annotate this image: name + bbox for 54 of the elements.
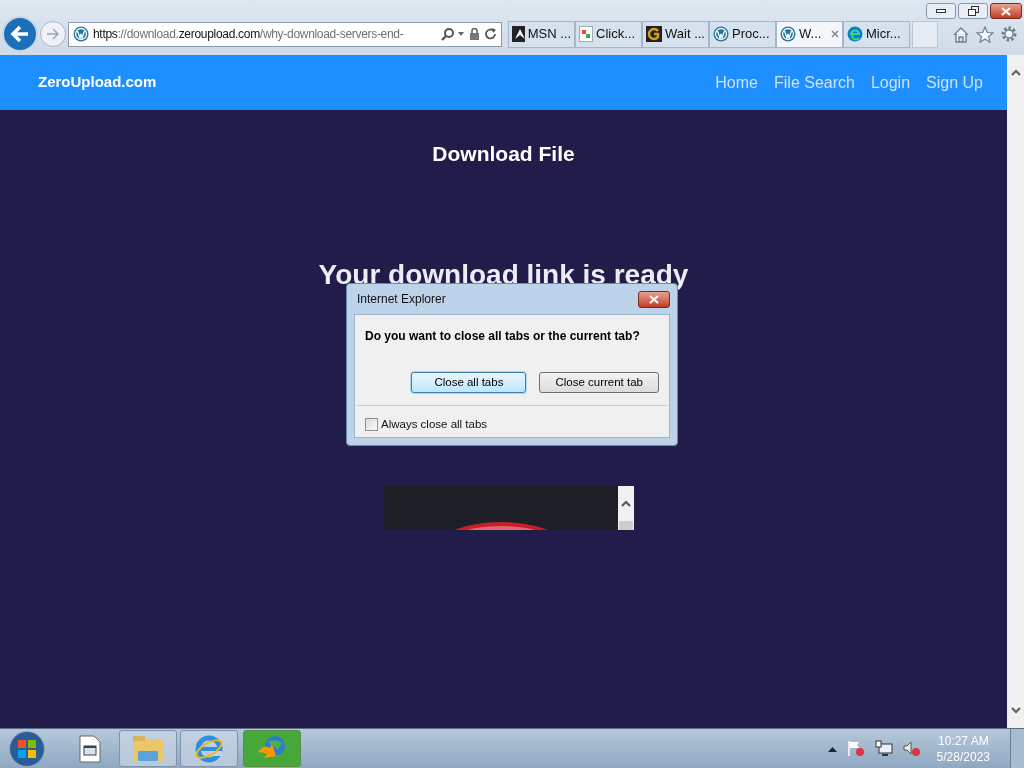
checkbox-label[interactable]: Always close all tabs [381,416,488,434]
browser-e-icon [194,733,224,764]
star-icon[interactable] [976,25,994,43]
home-icon[interactable] [952,25,970,43]
wordpress-icon [780,26,796,42]
browser-tab[interactable]: Wait ... [642,20,709,48]
restore-button[interactable] [958,3,988,19]
wordpress-icon [713,26,729,42]
close-button[interactable] [990,3,1022,19]
edge-swirl-icon [847,26,863,42]
page-heading: Download File [432,141,575,167]
minimize-button[interactable] [926,3,956,19]
browser-tab[interactable]: Micr... [843,20,910,48]
dialog-message: Do you want to close all tabs or the current tab? [365,328,641,345]
scroll-thumb[interactable] [618,520,633,530]
browser-tab[interactable]: W... [776,20,843,48]
checkbox[interactable] [365,418,378,432]
page-scrollbar[interactable] [1007,55,1024,728]
network-icon[interactable] [874,740,893,757]
close-icon [649,294,659,304]
back-button[interactable] [2,16,38,52]
address-bar[interactable]: https://download.zeroupload.com/why-download-servers-end- [68,21,502,47]
browser-tab[interactable]: Click... [575,20,642,48]
g-letter-icon [646,26,662,42]
scroll-up-icon[interactable] [620,499,631,507]
browser-tab[interactable]: Proc... [709,20,776,48]
lock-icon [469,27,480,41]
refresh-icon[interactable] [484,27,497,41]
page-icon [579,26,593,42]
search-icon[interactable] [441,27,465,41]
program-file-icon [79,734,101,763]
show-hidden-icons-icon[interactable] [827,745,837,752]
url-text: https://download.zeroupload.com/why-download-servers-end- [93,26,404,43]
flag-icon[interactable] [846,740,865,757]
close-icon [1001,6,1011,16]
windows-logo-icon [17,738,37,759]
start-button[interactable] [9,730,45,767]
dialog-title: Internet Explorer [357,291,446,308]
forward-arrow-icon [46,28,60,40]
restore-icon [967,6,979,16]
butterfly-icon [512,26,525,42]
scroll-down-icon[interactable] [1010,707,1021,714]
wordpress-icon [73,26,89,42]
minimize-icon [936,9,946,13]
folder-icon [132,734,164,763]
settings-icon[interactable] [1000,25,1018,43]
dialog-button[interactable]: Close current tab [539,372,659,393]
close-tab-icon[interactable] [831,30,839,38]
dialog-close-button[interactable] [638,290,670,308]
scroll-up-icon[interactable] [1010,69,1021,76]
dialog-button[interactable]: Close all tabs [411,372,527,393]
volume-icon[interactable] [902,740,921,757]
back-arrow-icon [10,25,30,43]
browser-tab[interactable]: MSN ... [508,20,575,48]
